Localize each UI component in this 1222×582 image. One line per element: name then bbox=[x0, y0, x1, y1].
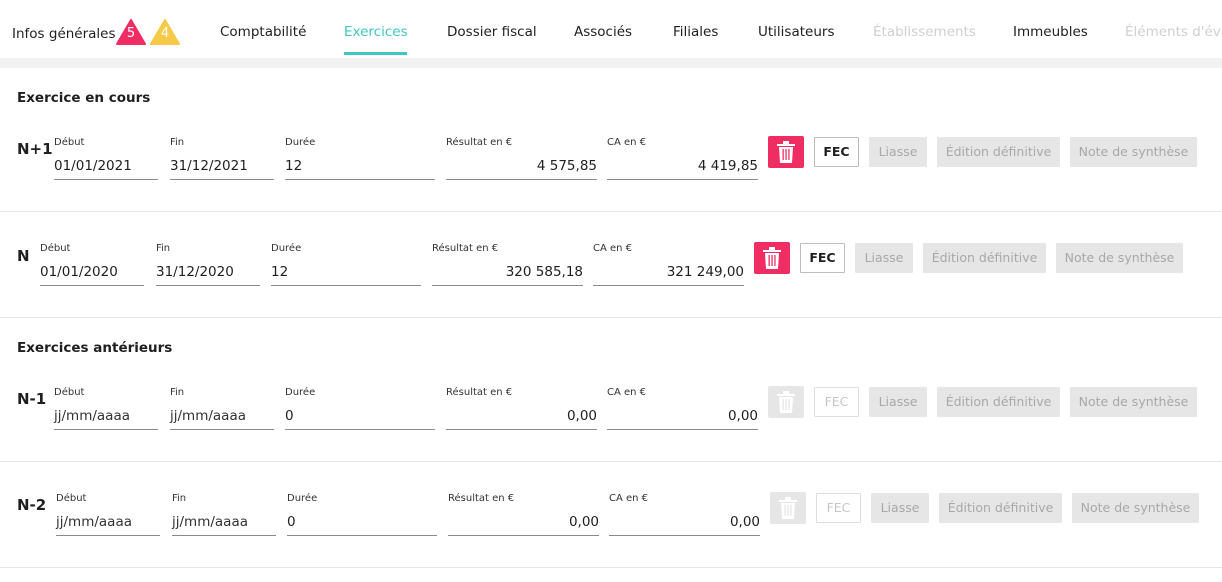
debut-label: Début bbox=[40, 243, 71, 254]
tab-exercices[interactable]: Exercices bbox=[344, 24, 408, 40]
tab-immeubles[interactable]: Immeubles bbox=[1013, 24, 1088, 40]
liasse-button[interactable]: Liasse bbox=[871, 493, 929, 523]
fin-label: Fin bbox=[172, 493, 187, 504]
resultat-label: Résultat en € bbox=[432, 243, 499, 254]
edition-definitive-button[interactable]: Édition définitive bbox=[923, 243, 1046, 273]
resultat-field[interactable]: 0,00 bbox=[448, 510, 599, 536]
resultat-label: Résultat en € bbox=[446, 387, 513, 398]
debut-field[interactable]: jj/mm/aaaa bbox=[56, 510, 160, 536]
tab-elements-evaluation: Éléments d'éva bbox=[1125, 24, 1222, 40]
debut-label: Début bbox=[56, 493, 87, 504]
warning-count: 4 bbox=[160, 26, 170, 41]
duree-field[interactable]: 0 bbox=[285, 404, 435, 430]
row-divider bbox=[0, 461, 1222, 462]
debut-field[interactable]: 01/01/2021 bbox=[54, 154, 158, 180]
tab-bar: Infos générales 5 4 Comptabilité Exercic… bbox=[0, 0, 1222, 58]
note-de-synthese-button[interactable]: Note de synthèse bbox=[1056, 243, 1183, 273]
resultat-field[interactable]: 4 575,85 bbox=[446, 154, 597, 180]
tab-bar-shadow bbox=[0, 58, 1222, 68]
edition-definitive-button[interactable]: Édition définitive bbox=[937, 137, 1060, 167]
tab-etablissements: Établissements bbox=[873, 24, 976, 40]
fec-button: FEC bbox=[814, 387, 859, 417]
delete-button bbox=[768, 386, 804, 418]
debut-label: Début bbox=[54, 387, 85, 398]
ca-label: CA en € bbox=[607, 137, 647, 148]
row-label: N-2 bbox=[17, 496, 47, 514]
row-divider bbox=[0, 211, 1222, 212]
resultat-label: Résultat en € bbox=[448, 493, 515, 504]
liasse-button[interactable]: Liasse bbox=[869, 137, 927, 167]
ca-field[interactable]: 0,00 bbox=[609, 510, 760, 536]
fin-field[interactable]: 31/12/2020 bbox=[156, 260, 260, 286]
debut-field[interactable]: 01/01/2020 bbox=[40, 260, 144, 286]
trash-icon bbox=[777, 141, 795, 163]
trash-icon bbox=[777, 391, 795, 413]
trash-icon bbox=[779, 497, 797, 519]
row-label: N-1 bbox=[17, 390, 47, 408]
row-label: N bbox=[17, 247, 30, 265]
section-title-previous: Exercices antérieurs bbox=[17, 340, 173, 356]
row-divider bbox=[0, 317, 1222, 318]
ca-field[interactable]: 4 419,85 bbox=[607, 154, 758, 180]
duree-field[interactable]: 12 bbox=[271, 260, 421, 286]
delete-button[interactable] bbox=[768, 136, 804, 168]
tab-dossier-fiscal[interactable]: Dossier fiscal bbox=[447, 24, 537, 40]
note-de-synthese-button[interactable]: Note de synthèse bbox=[1072, 493, 1199, 523]
fin-label: Fin bbox=[156, 243, 171, 254]
duree-label: Durée bbox=[287, 493, 318, 504]
ca-field[interactable]: 0,00 bbox=[607, 404, 758, 430]
section-title-current: Exercice en cours bbox=[17, 90, 151, 106]
warning-count-badge: 4 bbox=[150, 19, 180, 45]
trash-icon bbox=[763, 247, 781, 269]
resultat-field[interactable]: 0,00 bbox=[446, 404, 597, 430]
fin-field[interactable]: 31/12/2021 bbox=[170, 154, 274, 180]
tab-filiales[interactable]: Filiales bbox=[673, 24, 718, 40]
resultat-field[interactable]: 320 585,18 bbox=[432, 260, 583, 286]
delete-button[interactable] bbox=[754, 242, 790, 274]
fin-field[interactable]: jj/mm/aaaa bbox=[170, 404, 274, 430]
fec-button: FEC bbox=[816, 493, 861, 523]
note-de-synthese-button[interactable]: Note de synthèse bbox=[1070, 387, 1197, 417]
debut-label: Début bbox=[54, 137, 85, 148]
fin-label: Fin bbox=[170, 137, 185, 148]
active-tab-indicator bbox=[344, 52, 407, 55]
tab-associes[interactable]: Associés bbox=[574, 24, 632, 40]
duree-field[interactable]: 0 bbox=[287, 510, 437, 536]
fin-label: Fin bbox=[170, 387, 185, 398]
tab-comptabilite[interactable]: Comptabilité bbox=[220, 24, 306, 40]
fin-field[interactable]: jj/mm/aaaa bbox=[172, 510, 276, 536]
ca-label: CA en € bbox=[593, 243, 633, 254]
duree-field[interactable]: 12 bbox=[285, 154, 435, 180]
resultat-label: Résultat en € bbox=[446, 137, 513, 148]
row-label: N+1 bbox=[17, 140, 53, 158]
duree-label: Durée bbox=[271, 243, 302, 254]
duree-label: Durée bbox=[285, 137, 316, 148]
liasse-button[interactable]: Liasse bbox=[869, 387, 927, 417]
tab-infos-generales[interactable]: Infos générales bbox=[12, 26, 116, 42]
ca-label: CA en € bbox=[607, 387, 647, 398]
duree-label: Durée bbox=[285, 387, 316, 398]
tab-utilisateurs[interactable]: Utilisateurs bbox=[758, 24, 834, 40]
debut-field[interactable]: jj/mm/aaaa bbox=[54, 404, 158, 430]
error-count-badge: 5 bbox=[116, 19, 146, 45]
fec-button[interactable]: FEC bbox=[814, 137, 859, 167]
delete-button bbox=[770, 492, 806, 524]
ca-field[interactable]: 321 249,00 bbox=[593, 260, 744, 286]
row-divider bbox=[0, 567, 1222, 568]
note-de-synthese-button[interactable]: Note de synthèse bbox=[1070, 137, 1197, 167]
edition-definitive-button[interactable]: Édition définitive bbox=[937, 387, 1060, 417]
liasse-button[interactable]: Liasse bbox=[855, 243, 913, 273]
ca-label: CA en € bbox=[609, 493, 649, 504]
error-count: 5 bbox=[126, 26, 136, 41]
fec-button[interactable]: FEC bbox=[800, 243, 845, 273]
edition-definitive-button[interactable]: Édition définitive bbox=[939, 493, 1062, 523]
